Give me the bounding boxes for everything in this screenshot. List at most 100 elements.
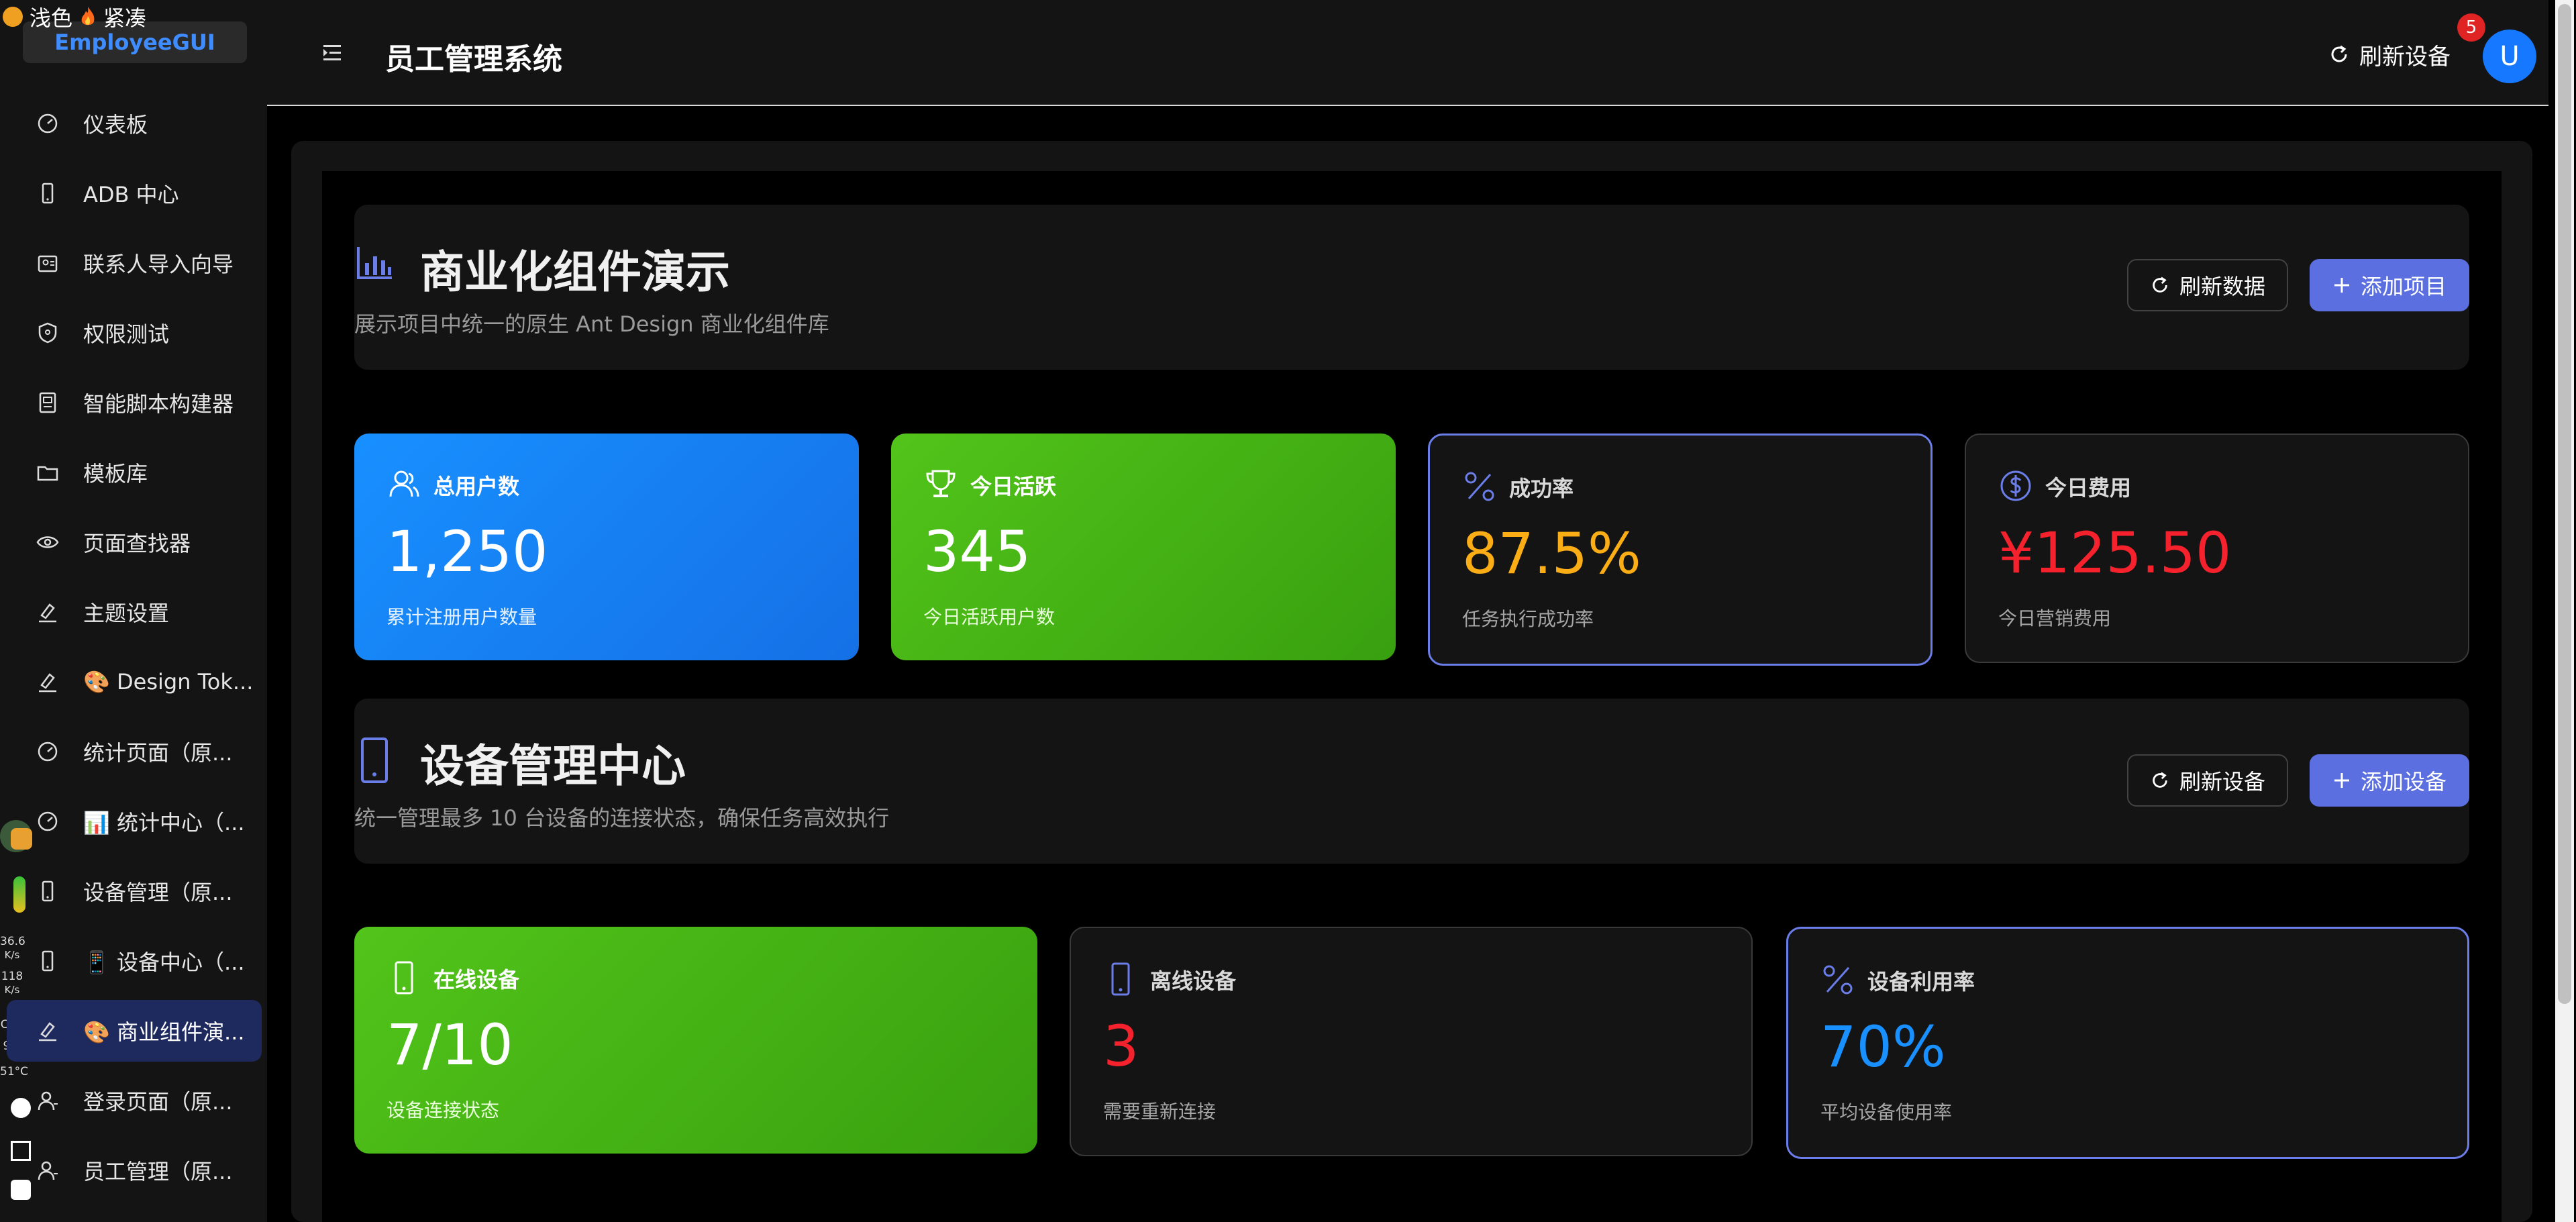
scrollbar-thumb[interactable] — [2558, 4, 2571, 1004]
dashboard-icon — [38, 113, 58, 134]
stat-card-offline-devices[interactable]: 离线设备 3 需要重新连接 — [1070, 927, 1753, 1156]
logo-icon — [3, 7, 23, 27]
sidebar-item-label: 📱 设备中心（... — [83, 950, 245, 975]
users-icon — [389, 470, 419, 497]
reload-icon — [2331, 45, 2347, 62]
stat-description: 任务执行成功率 — [1462, 608, 1594, 630]
script-icon — [39, 392, 56, 413]
sidebar-item-label: 统计页面（原... — [83, 740, 233, 766]
sidebar-item-label: 智能脚本构建器 — [83, 391, 234, 417]
sidebar-item[interactable]: 主题设置 — [7, 581, 262, 643]
page-title: 员工管理系统 — [385, 42, 562, 77]
sidebar-item[interactable]: ADB 中心 — [7, 162, 262, 224]
brush-icon — [39, 673, 56, 693]
stat-description: 今日活跃用户数 — [923, 606, 1055, 628]
sidebar-item[interactable]: 🎨 商业组件演... — [7, 1000, 262, 1062]
refresh-data-label: 刷新数据 — [2179, 274, 2265, 299]
sidebar-item[interactable]: 权限测试 — [7, 302, 262, 364]
trophy-icon — [926, 470, 956, 497]
plus-icon — [2334, 278, 2349, 293]
sidebar-item-label: 页面查找器 — [83, 531, 191, 556]
sidebar-item[interactable]: 联系人导入向导 — [7, 232, 262, 294]
sidebar-item-label: 仪表板 — [83, 112, 148, 138]
stat-description: 需要重新连接 — [1103, 1101, 1217, 1123]
stat-title: 在线设备 — [433, 967, 520, 992]
flame-icon — [81, 7, 95, 26]
section-commercial-title: 商业化组件演示 — [420, 246, 730, 298]
stat-card-online-devices[interactable]: 在线设备 7/10 设备连接状态 — [354, 927, 1037, 1154]
sidebar-item-label: 登录页面（原... — [83, 1089, 233, 1115]
mobile-icon — [42, 183, 54, 204]
sidebar-item[interactable]: 📊 统计中心（... — [7, 791, 262, 852]
stat-value: 345 — [923, 519, 1031, 584]
folder-icon — [37, 466, 58, 481]
stat-title: 成功率 — [1509, 476, 1574, 501]
reload-icon — [2153, 772, 2167, 788]
stat-description: 累计注册用户数量 — [387, 606, 537, 628]
sidebar-item[interactable]: 页面查找器 — [7, 511, 262, 573]
stat-title: 设备利用率 — [1867, 969, 1975, 995]
shield-icon — [38, 322, 57, 344]
sidebar-item-label: ADB 中心 — [83, 182, 179, 207]
user-icon — [38, 1091, 58, 1111]
stat-title: 总用户数 — [433, 474, 520, 499]
stat-description: 今日营销费用 — [1998, 607, 2112, 629]
sidebar-item[interactable]: 设备管理（原... — [7, 860, 262, 922]
section-device-subtitle: 统一管理最多 10 台设备的连接状态，确保任务高效执行 — [354, 805, 890, 831]
stat-value: 70% — [1820, 1014, 1946, 1080]
brush-icon — [39, 603, 56, 623]
sidebar-item-label: 🎨 Design Tok... — [83, 669, 254, 695]
refresh-devices-button[interactable]: 刷新设备 — [2127, 754, 2288, 807]
theme-light-label: 浅色 — [30, 5, 73, 31]
add-device-button[interactable]: 添加设备 — [2310, 754, 2469, 807]
dashboard-icon — [38, 811, 58, 831]
sidebar-item[interactable]: 模板库 — [7, 442, 262, 503]
sidebar-item-label: 权限测试 — [83, 321, 170, 347]
sidebar-item-label: 🎨 商业组件演... — [83, 1019, 245, 1045]
stat-title: 今日活跃 — [970, 474, 1057, 499]
sidebar-item-label: 模板库 — [83, 461, 148, 487]
sidebar-item[interactable]: 仪表板 — [7, 93, 262, 154]
contacts-icon — [38, 255, 58, 272]
sidebar-item[interactable]: 统计页面（原... — [7, 721, 262, 782]
eye-icon — [36, 536, 59, 548]
section-commercial-subtitle: 展示项目中统一的原生 Ant Design 商业化组件库 — [354, 311, 829, 337]
percent-icon — [1465, 472, 1494, 501]
mobile-icon — [395, 961, 413, 995]
mobile-icon — [361, 737, 388, 783]
sidebar-item[interactable]: 登录页面（原... — [7, 1070, 262, 1131]
dashboard-icon — [38, 742, 58, 762]
add-item-label: 添加项目 — [2360, 274, 2446, 299]
theme-toggle-label[interactable]: 浅色 紧凑 — [3, 1, 146, 32]
reload-icon — [2153, 276, 2167, 293]
add-item-button[interactable]: 添加项目 — [2310, 259, 2469, 311]
stat-value: 7/10 — [387, 1012, 513, 1078]
percent-icon — [1823, 965, 1853, 995]
stat-card-total-users[interactable]: 总用户数 1,250 累计注册用户数量 — [354, 434, 859, 660]
sidebar-item[interactable]: 📱 设备中心（... — [7, 930, 262, 992]
sidebar-item[interactable]: 智能脚本构建器 — [7, 372, 262, 434]
stat-card-success-rate[interactable]: 成功率 87.5% 任务执行成功率 — [1428, 434, 1933, 666]
header-refresh-label: 刷新设备 — [2359, 43, 2451, 70]
sidebar-item-label: 📊 统计中心（... — [83, 810, 245, 835]
refresh-data-button[interactable]: 刷新数据 — [2127, 259, 2288, 311]
mobile-icon — [42, 950, 54, 972]
user-avatar[interactable]: U — [2483, 30, 2536, 83]
sidebar-item-label: 主题设置 — [83, 601, 170, 626]
mobile-icon — [42, 880, 54, 902]
stat-card-device-utilization[interactable]: 设备利用率 70% 平均设备使用率 — [1786, 927, 2469, 1159]
stat-value: ¥125.50 — [1998, 520, 2232, 586]
mobile-icon — [1111, 962, 1130, 996]
stat-value: 87.5% — [1462, 521, 1641, 587]
stat-card-today-cost[interactable]: 今日费用 ¥125.50 今日营销费用 — [1965, 434, 2469, 663]
refresh-devices-label: 刷新设备 — [2179, 769, 2265, 795]
notification-badge: 5 — [2457, 13, 2485, 42]
section-device-title: 设备管理中心 — [420, 740, 686, 792]
sidebar-item[interactable]: 🎨 Design Tok... — [7, 651, 262, 713]
header-refresh-button[interactable]: 刷新设备 — [2328, 39, 2451, 70]
add-device-label: 添加设备 — [2360, 769, 2446, 795]
menu-fold-icon[interactable] — [321, 42, 344, 64]
stat-card-active-today[interactable]: 今日活跃 345 今日活跃用户数 — [891, 434, 1396, 660]
sidebar-item[interactable]: 员工管理（原... — [7, 1139, 262, 1201]
bar-chart-icon — [357, 247, 392, 279]
